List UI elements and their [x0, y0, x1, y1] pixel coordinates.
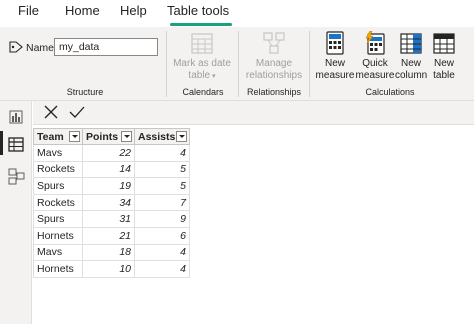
model-icon	[8, 168, 25, 185]
table-row: Hornets 21 6	[33, 226, 190, 245]
chevron-down-icon: ▾	[210, 72, 216, 80]
table-grid-icon	[8, 137, 24, 152]
menu-file[interactable]: File	[18, 3, 39, 18]
cell-assists[interactable]: 4	[134, 260, 190, 278]
cell-team[interactable]: Spurs	[33, 210, 83, 228]
quick-measure-button[interactable]: Quick measure	[355, 31, 395, 81]
group-label-relationships: Relationships	[246, 87, 302, 97]
ribbon: Name my_data Structure Mark as date tabl…	[0, 27, 474, 101]
manage-relationships-button[interactable]: Manage relationships	[242, 31, 306, 81]
new-measure-label-2: measure	[315, 69, 355, 81]
cell-team[interactable]: Hornets	[33, 260, 83, 278]
manage-relationships-label-2: relationships	[245, 69, 303, 81]
table-row: Mavs 18 4	[33, 243, 190, 262]
cell-assists[interactable]: 5	[134, 160, 190, 179]
new-table-label-2: table	[433, 69, 455, 81]
calculator-icon	[326, 31, 344, 55]
view-rail	[0, 101, 32, 324]
cell-points[interactable]: 22	[82, 144, 135, 162]
table-row: Hornets 10 4	[33, 260, 190, 278]
header-row: Team Points Assists	[33, 128, 190, 145]
cell-team[interactable]: Hornets	[33, 226, 83, 245]
new-column-icon	[400, 33, 422, 54]
group-label-structure: Structure	[66, 87, 104, 97]
cell-team[interactable]: Spurs	[33, 177, 83, 195]
mark-as-date-table-label-2: table	[188, 69, 211, 81]
active-view-indicator	[0, 131, 3, 155]
cell-points[interactable]: 31	[82, 210, 135, 228]
active-tab-indicator	[170, 23, 232, 26]
cell-assists[interactable]: 4	[134, 243, 190, 262]
cell-assists[interactable]: 6	[134, 226, 190, 245]
tag-icon	[9, 41, 23, 53]
cell-team[interactable]: Rockets	[33, 193, 83, 212]
new-table-label-1: New	[433, 58, 454, 69]
cell-points[interactable]: 21	[82, 226, 135, 245]
model-view-button[interactable]	[0, 163, 32, 191]
new-table-button[interactable]: New table	[429, 31, 459, 81]
data-grid: Team Points Assists Mavs 22 4 Rockets 14…	[33, 125, 474, 324]
cell-points[interactable]: 10	[82, 260, 135, 278]
column-header-points[interactable]: Points	[82, 128, 135, 145]
group-label-calendars: Calendars	[182, 87, 224, 97]
group-label-calculations: Calculations	[365, 87, 415, 97]
relationships-icon	[263, 32, 285, 54]
formula-bar	[33, 101, 474, 125]
column-header-label: Points	[86, 130, 119, 143]
new-measure-label-1: New	[324, 58, 345, 69]
close-icon[interactable]	[43, 104, 59, 120]
table-row: Rockets 34 7	[33, 193, 190, 212]
filter-dropdown-icon[interactable]	[176, 131, 187, 142]
cell-assists[interactable]: 7	[134, 193, 190, 212]
group-separator	[166, 31, 167, 97]
menu-help[interactable]: Help	[120, 3, 147, 18]
cell-points[interactable]: 18	[82, 243, 135, 262]
new-column-button[interactable]: New column	[395, 31, 427, 81]
table-row: Spurs 19 5	[33, 177, 190, 195]
menu-bar: File Home Help Table tools	[0, 0, 474, 27]
cell-points[interactable]: 19	[82, 177, 135, 195]
quick-measure-label-1: Quick	[362, 58, 388, 69]
cell-team[interactable]: Mavs	[33, 243, 83, 262]
menu-home[interactable]: Home	[65, 3, 100, 18]
manage-relationships-label-1: Manage	[255, 58, 293, 69]
column-header-label: Assists	[138, 130, 176, 143]
quick-measure-icon	[365, 31, 385, 55]
table-row: Spurs 31 9	[33, 210, 190, 228]
group-separator	[238, 31, 239, 97]
quick-measure-label-2: measure	[355, 69, 395, 81]
table-name-input[interactable]: my_data	[54, 38, 158, 56]
new-measure-button[interactable]: New measure	[314, 31, 356, 81]
column-header-team[interactable]: Team	[33, 128, 83, 145]
new-table-icon	[433, 33, 455, 54]
bar-chart-icon	[9, 110, 23, 124]
column-header-label: Team	[37, 130, 64, 143]
report-view-button[interactable]	[0, 103, 32, 131]
calendar-icon	[191, 33, 213, 54]
data-table: Team Points Assists Mavs 22 4 Rockets 14…	[33, 128, 190, 278]
cell-assists[interactable]: 5	[134, 177, 190, 195]
check-icon[interactable]	[69, 104, 85, 120]
cell-assists[interactable]: 9	[134, 210, 190, 228]
menu-table-tools[interactable]: Table tools	[167, 3, 229, 18]
new-column-label-2: column	[395, 69, 428, 81]
cell-points[interactable]: 34	[82, 193, 135, 212]
cell-assists[interactable]: 4	[134, 144, 190, 162]
table-row: Rockets 14 5	[33, 160, 190, 179]
table-row: Mavs 22 4	[33, 144, 190, 162]
cell-points[interactable]: 14	[82, 160, 135, 179]
column-header-assists[interactable]: Assists	[134, 128, 190, 145]
table-view-button[interactable]	[0, 131, 32, 159]
cell-team[interactable]: Mavs	[33, 144, 83, 162]
filter-dropdown-icon[interactable]	[121, 131, 132, 142]
mark-as-date-table-button[interactable]: Mark as date table ▾	[170, 31, 234, 82]
filter-dropdown-icon[interactable]	[69, 131, 80, 142]
new-column-label-1: New	[400, 58, 421, 69]
mark-as-date-table-label-1: Mark as date	[173, 58, 231, 69]
cell-team[interactable]: Rockets	[33, 160, 83, 179]
name-label: Name	[26, 42, 55, 54]
group-separator	[309, 31, 310, 97]
